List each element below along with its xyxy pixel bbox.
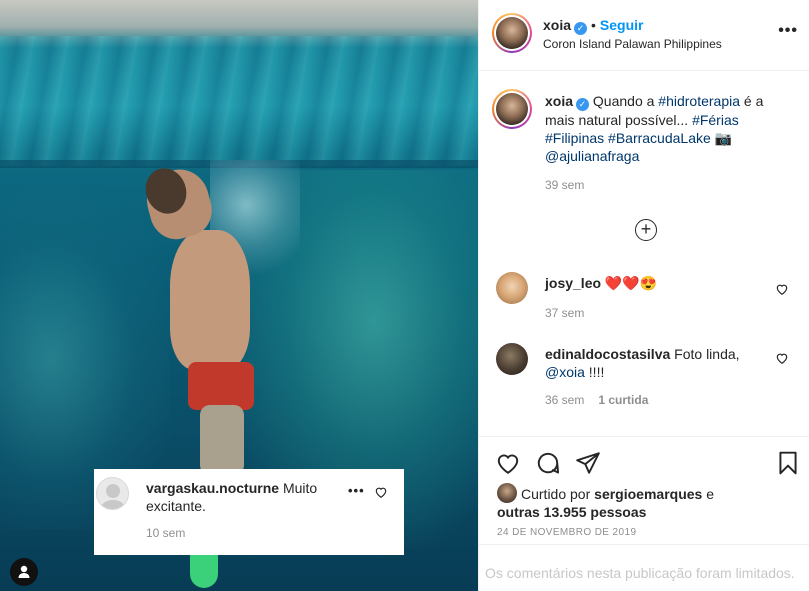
comment-text: josy_leo ❤️❤️😍 xyxy=(545,274,760,292)
verified-badge-icon: ✓ xyxy=(574,22,588,35)
comment-avatar[interactable] xyxy=(496,272,528,304)
follow-button[interactable]: Seguir xyxy=(600,17,644,33)
hashtag-link[interactable]: #Filipinas xyxy=(545,130,604,146)
floating-comment-card: vargaskau.nocturne Muito excitante. 10 s… xyxy=(94,469,404,555)
floating-comment-heart-icon[interactable] xyxy=(374,485,388,499)
comment-likes-count[interactable]: 1 curtida xyxy=(598,393,648,407)
comment-time[interactable]: 37 sem xyxy=(545,306,584,320)
comment-username[interactable]: josy_leo xyxy=(545,275,601,291)
likes-middle: e xyxy=(702,486,715,502)
floating-comment-avatar[interactable] xyxy=(96,477,129,510)
post-sidebar: xoia ✓ • Seguir Coron Island Palawan Philip… xyxy=(478,0,809,591)
photo-diver-legs xyxy=(200,405,244,475)
likes-others-link[interactable]: outras 13.955 pessoas xyxy=(497,504,646,520)
comment-text: edinaldocostasilva Foto linda, @xoia !!!… xyxy=(545,345,760,381)
photo-diver-body xyxy=(170,230,250,370)
comment-time[interactable]: 36 sem xyxy=(545,393,584,407)
post-options-icon[interactable]: ••• xyxy=(778,22,798,40)
caption-time[interactable]: 39 sem xyxy=(545,178,584,192)
hashtag-link[interactable]: #hidroterapia xyxy=(658,93,740,109)
mention-link[interactable]: @xoia xyxy=(545,364,585,380)
liker-username[interactable]: sergioemarques xyxy=(594,486,702,502)
comment-username[interactable]: edinaldocostasilva xyxy=(545,346,670,362)
comment-body-tail: !!!! xyxy=(584,364,605,380)
comment-bubble-icon[interactable] xyxy=(535,450,561,476)
liker-avatar[interactable] xyxy=(497,483,517,503)
comment-avatar[interactable] xyxy=(496,343,528,375)
floating-comment-text: vargaskau.nocturne Muito excitante. xyxy=(146,479,346,515)
comment-meta: 36 sem 1 curtida xyxy=(545,393,648,407)
caption-avatar[interactable] xyxy=(492,89,532,129)
heart-outline-icon[interactable] xyxy=(495,450,521,476)
hashtag-link[interactable]: #Férias xyxy=(692,112,739,128)
hashtag-link[interactable]: #BarracudaLake xyxy=(608,130,711,146)
mention-link[interactable]: @ajulianafraga xyxy=(545,148,639,164)
post-location[interactable]: Coron Island Palawan Philippines xyxy=(543,37,722,51)
user-icon xyxy=(18,565,30,578)
photo-diver-shorts xyxy=(188,362,254,410)
post-header: xoia ✓ • Seguir Coron Island Palawan Philip… xyxy=(479,0,809,71)
tagged-user-button[interactable] xyxy=(10,558,38,586)
bookmark-icon[interactable] xyxy=(775,450,801,476)
caption-text: xoia ✓ Quando a #hidroterapia é a mais na… xyxy=(545,92,785,165)
post-date[interactable]: 24 DE NOVEMBRO DE 2019 xyxy=(497,527,636,538)
caption-username[interactable]: xoia xyxy=(545,93,573,109)
post-photo[interactable]: vargaskau.nocturne Muito excitante. 10 s… xyxy=(0,0,478,591)
likes-summary: Curtido por sergioemarques e outras 13.9… xyxy=(497,483,757,521)
photo-water-surface xyxy=(0,36,478,166)
comment-meta: 37 sem xyxy=(545,306,584,320)
post-actions-section: Curtido por sergioemarques e outras 13.9… xyxy=(479,436,809,544)
camera-emoji: 📷 xyxy=(714,130,733,146)
load-more-comments-button[interactable]: + xyxy=(635,219,657,241)
floating-comment-time[interactable]: 10 sem xyxy=(146,526,185,540)
separator-dot: • xyxy=(591,17,596,33)
comment-body: Foto linda, xyxy=(674,346,740,362)
comment-body: ❤️❤️😍 xyxy=(604,275,658,291)
floating-comment-username[interactable]: vargaskau.nocturne xyxy=(146,480,279,496)
paper-plane-icon[interactable] xyxy=(575,450,601,476)
comment-heart-icon[interactable] xyxy=(775,351,789,365)
caption-verified-icon: ✓ xyxy=(576,98,590,111)
author-avatar[interactable] xyxy=(492,13,532,53)
caption-text-part: Quando a xyxy=(592,93,659,109)
likes-prefix: Curtido por xyxy=(521,486,595,502)
floating-comment-options-icon[interactable]: ••• xyxy=(348,483,365,498)
comments-limited-notice: Os comentários nesta publicação foram li… xyxy=(479,544,809,591)
author-username[interactable]: xoia xyxy=(543,17,571,33)
comment-heart-icon[interactable] xyxy=(775,282,789,296)
author-line: xoia ✓ • Seguir xyxy=(543,16,644,35)
